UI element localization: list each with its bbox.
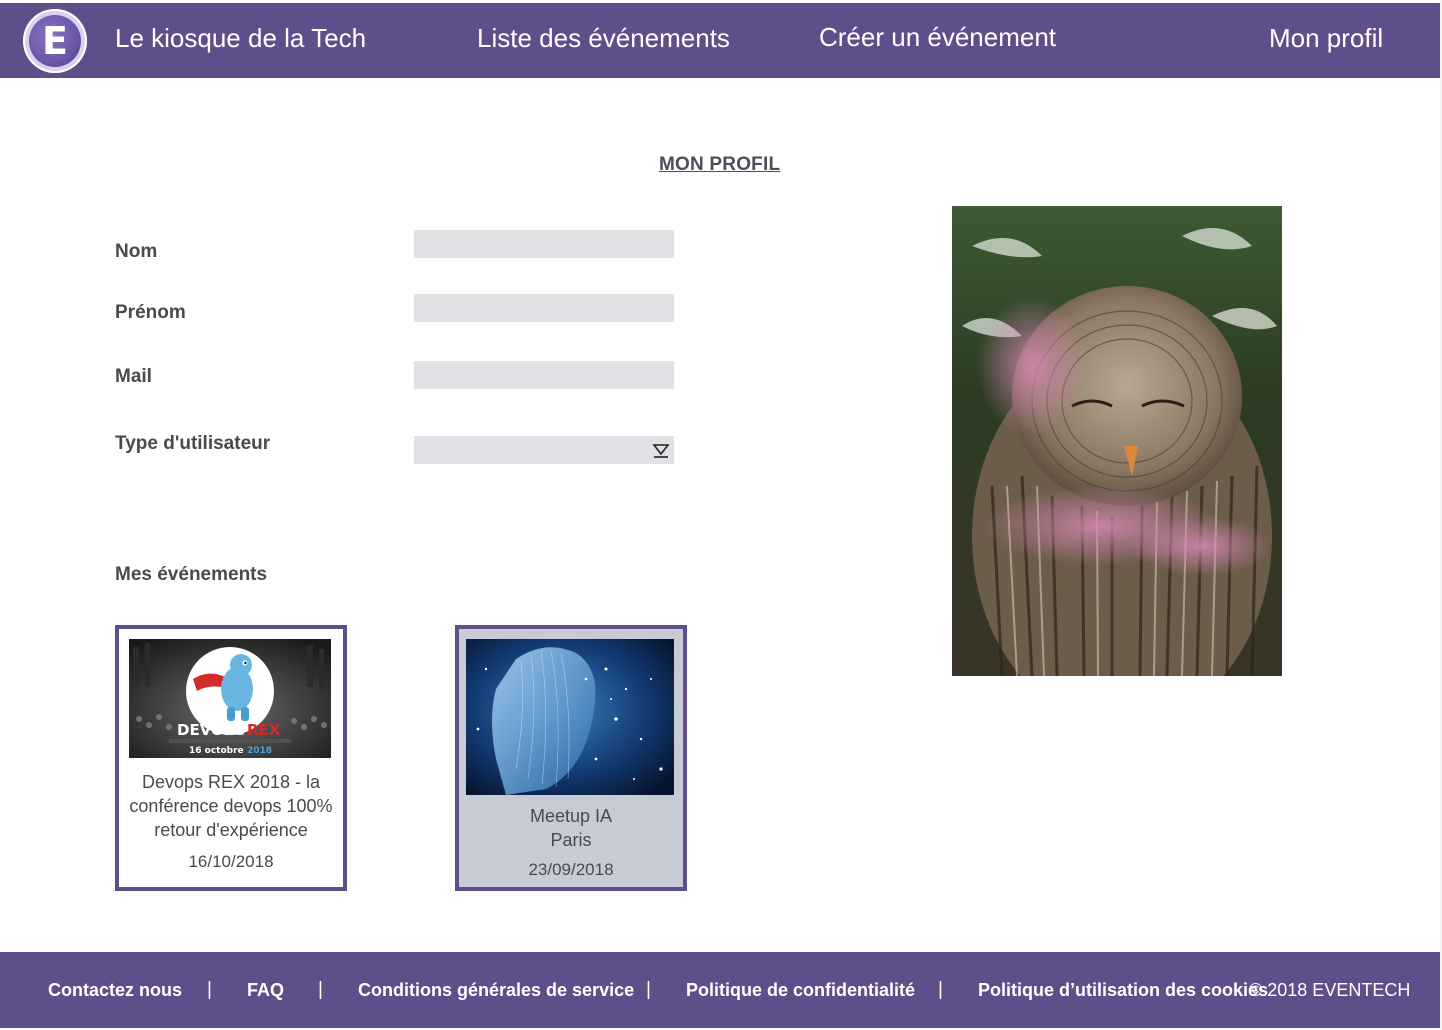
footer-contact-link[interactable]: Contactez nous [48,980,182,1001]
event-card-devops-rex[interactable]: DEVOPS REX 16 octobre 2018 Devops REX 20… [115,625,347,891]
nav-my-profile[interactable]: Mon profil [1269,23,1383,54]
first-name-label: Prénom [115,302,186,323]
event-name-meetup-ia[interactable]: Meetup IA Paris [459,804,683,852]
event-date-devops-rex: 16/10/2018 [188,852,274,871]
page-title: MON PROFIL [659,154,781,175]
banner-date-text: 16 octobre [189,746,244,756]
meetup-ia-image [466,639,674,795]
footer-separator: | [646,979,651,1000]
event-date-meetup-ia: 23/09/2018 [528,860,614,879]
devops-rex-banner: DEVOPS REX 16 octobre 2018 [129,639,331,758]
user-type-select[interactable] [414,436,674,464]
mail-input[interactable] [414,361,674,389]
footer-separator: | [318,979,323,1000]
last-name-input[interactable] [414,230,674,258]
banner-devops-text: DEVOPS [177,721,246,739]
my-events-title: Mes événements [115,564,268,585]
nav-events-list[interactable]: Liste des événements [477,23,730,54]
event-card-meetup-ia[interactable]: Meetup IA Paris 23/09/2018 [455,625,687,891]
footer-copyright: © 2018 EVENTECH [1249,980,1411,1000]
logo-letter: E [29,15,81,67]
first-name-input[interactable] [414,294,674,322]
footer-separator: | [938,979,943,1000]
footer-privacy-link[interactable]: Politique de confidentialité [686,980,915,1001]
profile-photo-owl[interactable] [952,206,1282,676]
footer-cookies-link[interactable]: Politique d’utilisation des cookies [978,980,1268,1001]
footer-terms-link[interactable]: Conditions générales de service [358,980,634,1001]
top-navbar: E Le kiosque de la Tech Liste des événem… [0,3,1440,78]
footer: Contactez nous | FAQ | Conditions généra… [0,952,1440,1028]
event-name-devops-rex[interactable]: Devops REX 2018 - la conférence devops 1… [119,770,343,842]
nav-create-event[interactable]: Créer un événement [819,22,1056,53]
banner-year-text: 2018 [247,746,272,756]
user-type-label: Type d'utilisateur [115,433,271,454]
last-name-label: Nom [115,241,158,262]
footer-separator: | [207,979,212,1000]
footer-faq-link[interactable]: FAQ [247,980,284,1001]
dropdown-arrow-icon[interactable] [652,441,670,459]
eventech-logo[interactable]: E [23,9,87,73]
mail-label: Mail [115,366,152,387]
brand-link[interactable]: Le kiosque de la Tech [115,23,366,54]
banner-rex-text: REX [247,721,281,739]
